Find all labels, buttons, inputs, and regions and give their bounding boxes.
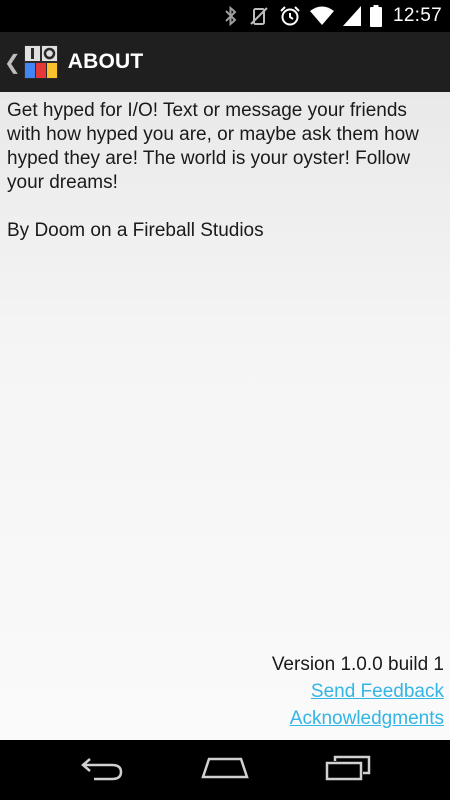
footer: Version 1.0.0 build 1 Send Feedback Ackn… xyxy=(272,651,444,732)
recents-icon xyxy=(325,755,371,786)
recents-button[interactable] xyxy=(318,750,378,790)
send-feedback-link[interactable]: Send Feedback xyxy=(272,678,444,705)
navigation-bar xyxy=(0,740,450,800)
about-content: Get hyped for I/O! Text or message your … xyxy=(0,92,450,740)
status-time: 12:57 xyxy=(392,5,442,26)
page-title: ABOUT xyxy=(67,50,144,73)
vibrate-off-icon xyxy=(248,5,270,27)
wifi-icon xyxy=(309,6,334,26)
up-button[interactable]: ❮ xyxy=(0,32,66,92)
credit-text: By Doom on a Fireball Studios xyxy=(7,220,264,241)
alarm-icon xyxy=(279,5,301,27)
acknowledgments-link[interactable]: Acknowledgments xyxy=(272,705,444,732)
chevron-left-icon: ❮ xyxy=(4,51,21,74)
action-bar: ❮ ABOUT xyxy=(0,32,450,92)
home-icon xyxy=(201,756,249,785)
bluetooth-icon xyxy=(223,5,239,27)
back-icon xyxy=(80,755,124,786)
app-logo xyxy=(23,45,58,79)
battery-icon xyxy=(369,5,382,27)
back-button[interactable] xyxy=(72,750,132,790)
about-description: Get hyped for I/O! Text or message your … xyxy=(7,100,419,193)
version-text: Version 1.0.0 build 1 xyxy=(271,654,444,675)
home-button[interactable] xyxy=(195,750,255,790)
cell-signal-icon xyxy=(342,6,361,26)
status-bar: 12:57 xyxy=(0,0,450,32)
